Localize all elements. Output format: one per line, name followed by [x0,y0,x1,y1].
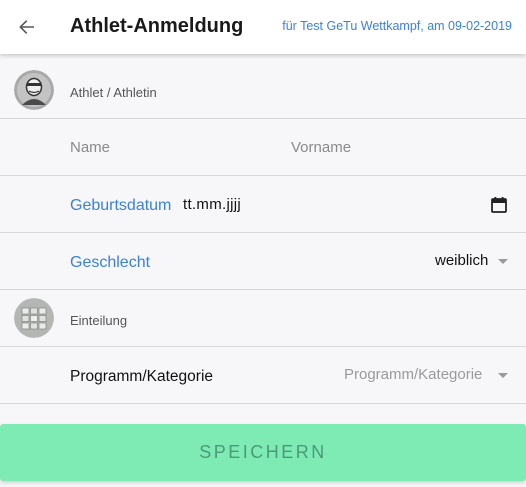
app-header: Athlet-Anmeldung für Test GeTu Wettkampf… [0,0,526,54]
section-label-division: Einteilung [70,313,128,328]
program-select[interactable]: Programm/Kategorie [344,366,482,383]
gender-row: Geschlecht weiblich [0,233,526,290]
division-grid-icon [14,298,54,338]
athlete-avatar-icon [14,70,54,110]
gender-label: Geschlecht [70,254,151,271]
chevron-down-icon[interactable] [498,259,508,264]
section-label-athlete: Athlet / Athletin [70,85,157,100]
birthdate-row: Geburtsdatum tt.mm.jjjj [0,176,526,233]
calendar-icon[interactable] [490,196,508,214]
name-row: Name Vorname [0,119,526,176]
form-content: Athlet / Athletin Name Vorname Geburtsda… [0,54,526,487]
vorname-input[interactable]: Vorname [291,139,351,156]
page-title: Athlet-Anmeldung [70,15,244,37]
birthdate-label: Geburtsdatum [70,197,172,214]
competition-subtitle: für Test GeTu Wettkampf, am 09-02-2019 [282,19,512,33]
name-input[interactable]: Name [70,139,110,156]
chevron-down-icon[interactable] [498,373,508,378]
save-button[interactable]: SPEICHERN [0,424,526,481]
section-division: Einteilung [0,290,526,347]
program-row: Programm/Kategorie Programm/Kategorie [0,347,526,404]
arrow-left-icon[interactable] [14,14,40,40]
section-athlete: Athlet / Athletin [0,54,526,119]
program-label: Programm/Kategorie [70,368,214,385]
save-button-label: SPEICHERN [199,442,327,462]
gender-select[interactable]: weiblich [435,252,488,269]
birthdate-input[interactable]: tt.mm.jjjj [183,196,241,213]
